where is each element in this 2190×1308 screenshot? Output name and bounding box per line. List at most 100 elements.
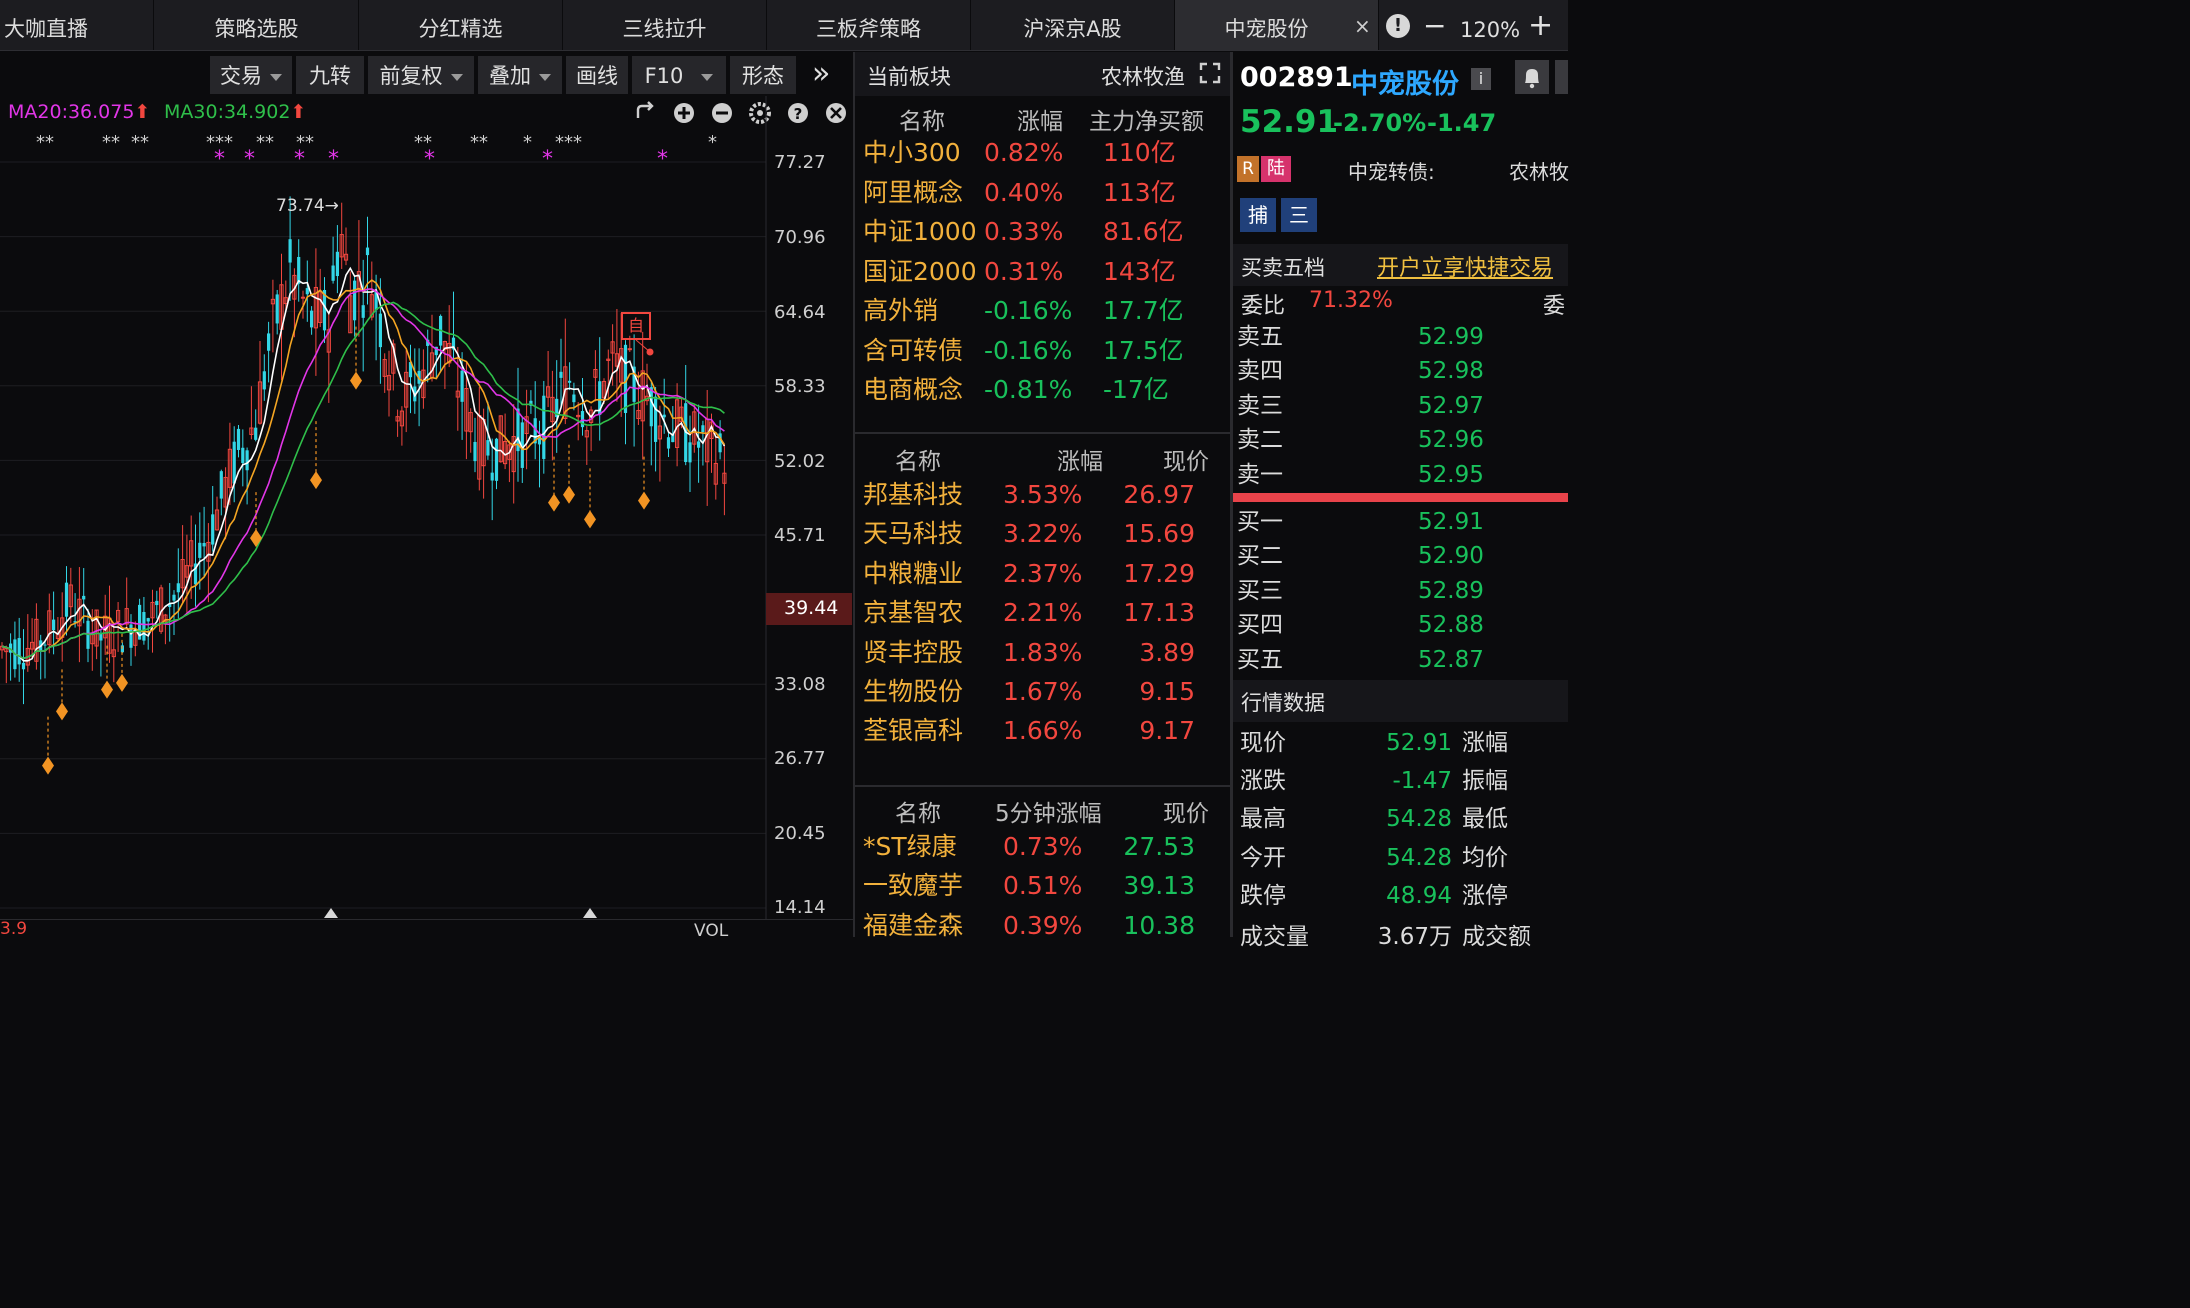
tab-0[interactable]: 大咖直播 <box>0 0 154 50</box>
self-select-marker[interactable]: 自 <box>621 312 651 340</box>
buy-signal-diamond[interactable] <box>350 371 362 390</box>
market-label-2: 最低 <box>1462 806 1508 833</box>
ask-row[interactable]: 卖三 52.97 <box>1237 391 1568 421</box>
stock-name[interactable]: 邦基科技 <box>863 480 963 510</box>
speed-stock-name[interactable]: 福建金森 <box>863 911 963 941</box>
stock-name[interactable]: 天马科技 <box>863 519 963 549</box>
speed-stock-name[interactable]: 一致魔芋 <box>863 871 963 901</box>
speed-price: 39.13 <box>1123 871 1195 901</box>
bid-price: 52.88 <box>1418 612 1484 639</box>
ask-row[interactable]: 卖四 52.98 <box>1237 356 1568 386</box>
buy-signal-diamond[interactable] <box>563 485 575 504</box>
bid-label: 买一 <box>1237 509 1283 535</box>
kline-chart[interactable]: MA20:36.075⬆ MA30:34.902⬆ ? ** ** ** *** ** *… <box>0 96 853 941</box>
market-label: 跌停 <box>1240 882 1286 909</box>
catch-button[interactable]: 捕 <box>1240 198 1276 232</box>
signal-star-magenta: * <box>244 147 255 172</box>
candle-body <box>572 394 576 403</box>
buy-signal-diamond[interactable] <box>250 529 262 548</box>
bid-row[interactable]: 买一 52.91 <box>1237 507 1568 537</box>
candle-body <box>365 247 370 256</box>
info-icon[interactable]: i <box>1471 68 1491 90</box>
open-account-link[interactable]: 开户立享快捷交易 <box>1377 250 1553 282</box>
bid-row[interactable]: 买三 52.89 <box>1237 576 1568 606</box>
change-pct: -2.70% <box>1333 109 1427 137</box>
sector-short[interactable]: 农林牧 <box>1509 156 1569 185</box>
signal-star: * <box>708 132 717 153</box>
candle-body <box>701 425 705 433</box>
draw-line-button[interactable]: 画线 <box>566 56 628 94</box>
trade-button[interactable]: 交易 <box>210 56 292 94</box>
speed-stock-name[interactable]: *ST绿康 <box>863 832 957 862</box>
buy-signal-diamond[interactable] <box>638 491 650 510</box>
stock-name[interactable]: 生物股份 <box>863 677 963 707</box>
ask-row[interactable]: 卖五 52.99 <box>1237 322 1568 352</box>
zoom-out-icon[interactable]: − <box>1423 6 1446 46</box>
tab-1[interactable]: 策略选股 <box>155 0 359 50</box>
candle-body <box>559 371 563 378</box>
tab-active-stock[interactable]: 中宠股份 <box>1175 0 1379 50</box>
tab-2[interactable]: 分红精选 <box>359 0 563 50</box>
sector-name[interactable]: 高外销 <box>863 296 938 326</box>
zoom-in-icon[interactable]: + <box>1528 6 1553 46</box>
sector-header: 当前板块 农林牧渔 <box>855 52 1230 96</box>
vol-label: VOL <box>694 921 729 941</box>
sector-name[interactable]: 中小300 <box>863 138 961 168</box>
tab-5[interactable]: 沪深京A股 <box>971 0 1175 50</box>
info-icon[interactable]: ! <box>1386 14 1410 38</box>
buy-signal-diamond[interactable] <box>56 702 68 721</box>
buy-signal-diamond[interactable] <box>310 471 322 490</box>
signal-star: ** <box>102 132 120 153</box>
more-icon[interactable] <box>1555 60 1568 94</box>
buy-signal-diamond[interactable] <box>116 673 128 692</box>
buy-signal-diamond[interactable] <box>548 493 560 512</box>
bell-icon[interactable] <box>1515 60 1549 94</box>
tab-4[interactable]: 三板斧策略 <box>767 0 971 50</box>
ask-row[interactable]: 卖二 52.96 <box>1237 425 1568 455</box>
shape-button[interactable]: 形态 <box>730 56 796 94</box>
nine-turn-button[interactable]: 九转 <box>296 56 364 94</box>
stock-name: 中宠股份 <box>1351 69 1459 100</box>
stock-price: 26.97 <box>1123 480 1195 509</box>
overlay-button[interactable]: 叠加 <box>478 56 562 94</box>
sector-name[interactable]: 国证2000 <box>863 257 977 287</box>
bid-label: 买五 <box>1237 646 1283 673</box>
current-price-tag: 39.44 <box>766 593 852 625</box>
sector-name[interactable]: 电商概念 <box>863 375 963 405</box>
f10-button[interactable]: F10 <box>632 56 726 94</box>
tab-3[interactable]: 三线拉升 <box>563 0 767 50</box>
sector-pct: -0.81% <box>984 375 1073 404</box>
adjust-button[interactable]: 前复权 <box>368 56 474 94</box>
bid-row[interactable]: 买四 52.88 <box>1237 610 1568 640</box>
tab-close-icon[interactable]: × <box>1354 16 1371 36</box>
sector-name[interactable]: 中证1000 <box>863 217 977 247</box>
candle-body <box>219 471 223 499</box>
buy-signal-diamond[interactable] <box>584 510 596 529</box>
sector-amount: 143亿 <box>1103 256 1176 286</box>
stock-name[interactable]: 京基智农 <box>863 598 963 628</box>
candle-body <box>146 618 150 622</box>
adjust-label: 前复权 <box>379 64 443 88</box>
sector-name[interactable]: 阿里概念 <box>863 178 963 208</box>
three-button[interactable]: 三 <box>1281 198 1317 232</box>
signal-star: ** <box>131 132 149 153</box>
stock-name[interactable]: 贤丰控股 <box>863 638 963 668</box>
current-sector[interactable]: 农林牧渔 <box>1101 61 1185 91</box>
more-arrow-icon[interactable]: » <box>812 54 830 94</box>
sector-name[interactable]: 含可转债 <box>863 336 963 366</box>
col-name-header: 名称 <box>899 109 945 135</box>
buy-signal-diamond[interactable] <box>42 756 54 775</box>
stock-name[interactable]: 荃银高科 <box>863 716 963 746</box>
buy-signal-diamond[interactable] <box>101 680 113 699</box>
bid-row[interactable]: 买二 52.90 <box>1237 541 1568 571</box>
bid-price: 52.89 <box>1418 577 1484 604</box>
expand-icon[interactable] <box>1199 62 1221 84</box>
bid-row[interactable]: 买五 52.87 <box>1237 645 1568 675</box>
stock-name[interactable]: 中粮糖业 <box>863 559 963 589</box>
ask-row[interactable]: 卖一 52.95 <box>1237 460 1568 490</box>
range-marker-icon[interactable] <box>583 908 597 918</box>
candle-body <box>297 256 301 284</box>
range-marker-icon[interactable] <box>324 908 338 918</box>
ask-price: 52.95 <box>1418 461 1484 488</box>
convert-bond-label[interactable]: 中宠转债: <box>1348 156 1435 185</box>
